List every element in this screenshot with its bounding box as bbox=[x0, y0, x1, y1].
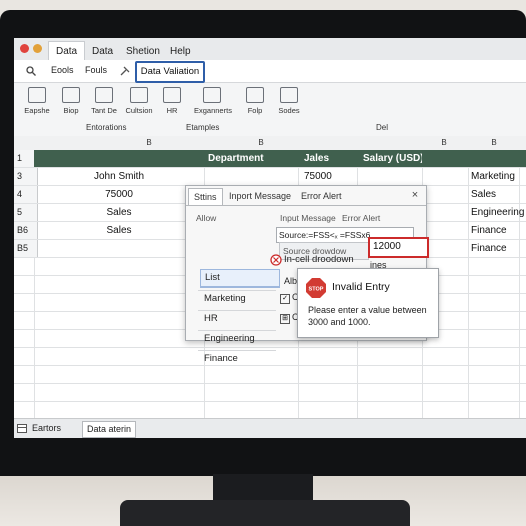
close-window-icon[interactable] bbox=[20, 44, 29, 53]
ribbon: Eapshe Biop Tant De Cultsion HR Exganner… bbox=[14, 83, 526, 137]
search-icon[interactable] bbox=[26, 66, 36, 76]
tab-error-alert[interactable]: Error Alert bbox=[296, 188, 347, 204]
cell-name[interactable]: John Smith bbox=[34, 168, 204, 185]
folp-button[interactable]: Folp bbox=[240, 86, 270, 120]
tab-data[interactable]: Data bbox=[48, 41, 86, 62]
sheet-tab-eartors[interactable]: Eartors bbox=[28, 421, 65, 436]
in-cell-dropdown-option[interactable]: In-cell droodown bbox=[284, 254, 354, 265]
cell-department-list[interactable]: Finance bbox=[471, 240, 526, 257]
table-row: 1 Department Jales Salary (USD) bbox=[14, 150, 526, 168]
sheet-icon[interactable] bbox=[17, 424, 27, 433]
cell-header-empty[interactable] bbox=[422, 150, 468, 167]
hr-button[interactable]: HR bbox=[157, 86, 187, 120]
close-icon[interactable]: × bbox=[408, 188, 422, 202]
cell-value[interactable]: Sales bbox=[34, 222, 204, 239]
stop-icon-text: STOP bbox=[309, 287, 324, 293]
checkbox-2[interactable]: ⊞ bbox=[280, 314, 290, 324]
column-header-b[interactable]: B bbox=[429, 136, 459, 150]
cell-sales[interactable]: 75000 bbox=[304, 168, 357, 185]
group-label-etamples: Etamples bbox=[186, 123, 220, 132]
image-icon bbox=[163, 87, 181, 103]
pin-icon[interactable] bbox=[120, 66, 130, 76]
table-row bbox=[14, 366, 526, 384]
input-message-label: Input Message bbox=[280, 213, 336, 223]
cell-b1[interactable] bbox=[34, 150, 204, 167]
tant-de-button[interactable]: Tant De bbox=[89, 86, 119, 120]
biop-button[interactable]: Biop bbox=[56, 86, 86, 120]
allow-option-hr[interactable]: HR bbox=[200, 311, 278, 327]
column-header-row: B B B B bbox=[14, 136, 526, 151]
cell-department-list[interactable]: Finance bbox=[471, 222, 526, 239]
exgannerts-button[interactable]: Exgannerts bbox=[194, 86, 232, 120]
monitor-base bbox=[120, 500, 410, 526]
checkbox-1[interactable]: ✓ bbox=[280, 294, 290, 304]
minimize-window-icon[interactable] bbox=[33, 44, 42, 53]
spreadsheet-window: Data Data Shetion Help Eools Fouls Data … bbox=[14, 38, 526, 438]
table-icon bbox=[62, 87, 80, 103]
tab-help[interactable]: Help bbox=[162, 41, 199, 62]
error-message: Please enter a value between 3000 and 10… bbox=[308, 305, 427, 327]
data-validation-button[interactable]: Data Valiation bbox=[135, 61, 205, 83]
allow-option-marketing[interactable]: Marketing bbox=[200, 291, 278, 307]
header-sales[interactable]: Jales bbox=[298, 150, 357, 167]
value-input[interactable]: 12000 bbox=[368, 237, 429, 258]
table-row bbox=[14, 384, 526, 402]
allow-label: Allow bbox=[196, 213, 217, 223]
cultsion-button[interactable]: Cultsion bbox=[124, 86, 154, 120]
filter-icon bbox=[95, 87, 113, 103]
allow-option-list[interactable]: List bbox=[200, 269, 280, 287]
menu-fouls[interactable]: Fouls bbox=[85, 65, 107, 75]
document-icon bbox=[280, 87, 298, 103]
allow-option-finance[interactable]: Finance bbox=[200, 351, 278, 367]
sodes-button[interactable]: Sodes bbox=[274, 86, 304, 120]
cell-header-empty[interactable] bbox=[468, 150, 526, 167]
error-title: Invalid Entry bbox=[332, 281, 390, 293]
cell-department-list[interactable]: Sales bbox=[471, 186, 526, 203]
column-header-b[interactable]: B bbox=[479, 136, 509, 150]
stop-icon: STOP bbox=[306, 278, 326, 298]
ribbon-tab-row: Data Data Shetion Help bbox=[14, 38, 526, 62]
group-label-entorations: Entorations bbox=[86, 123, 127, 132]
cell-department-list[interactable]: Marketing bbox=[471, 168, 526, 185]
tab-shetion[interactable]: Shetion bbox=[118, 41, 168, 62]
column-header-b[interactable]: B bbox=[246, 136, 276, 150]
eapshe-button[interactable]: Eapshe bbox=[22, 86, 52, 120]
list-icon bbox=[130, 87, 148, 103]
error-alert-label: Error Alert bbox=[342, 213, 381, 223]
sheet-tabs-bar: Eartors Data aterin bbox=[14, 418, 526, 438]
cell-department-list[interactable]: Engineering bbox=[471, 204, 526, 221]
row-number[interactable]: B5 bbox=[14, 240, 38, 257]
header-department[interactable]: Department bbox=[204, 150, 298, 167]
menu-eools[interactable]: Eools bbox=[51, 65, 74, 75]
error-circle-icon bbox=[270, 254, 282, 266]
group-label-del: Del bbox=[376, 123, 389, 132]
check-icon bbox=[246, 87, 264, 103]
cell-value[interactable]: Sales bbox=[34, 204, 204, 221]
partial-alb-label: Alb bbox=[284, 276, 298, 286]
tab-data-2[interactable]: Data bbox=[84, 41, 121, 62]
column-header-b[interactable]: B bbox=[124, 136, 174, 150]
grid-icon bbox=[28, 87, 46, 103]
cell-value[interactable]: 75000 bbox=[34, 186, 204, 203]
tab-settings[interactable]: Sttins bbox=[188, 188, 223, 205]
error-alert-popup: STOP Invalid Entry Please enter a value … bbox=[297, 268, 439, 338]
tab-input-message[interactable]: Inport Message bbox=[224, 188, 296, 204]
command-row: Eools Fouls Data Valiation bbox=[14, 60, 526, 83]
allow-option-engineering[interactable]: Engineering bbox=[200, 331, 278, 347]
table-row: 3 John Smith 75000 Marketing bbox=[14, 168, 526, 186]
header-salary[interactable]: Salary (USD) bbox=[357, 150, 422, 167]
sheet-tab-data-aterin[interactable]: Data aterin bbox=[82, 421, 137, 438]
copy-icon bbox=[203, 87, 221, 103]
